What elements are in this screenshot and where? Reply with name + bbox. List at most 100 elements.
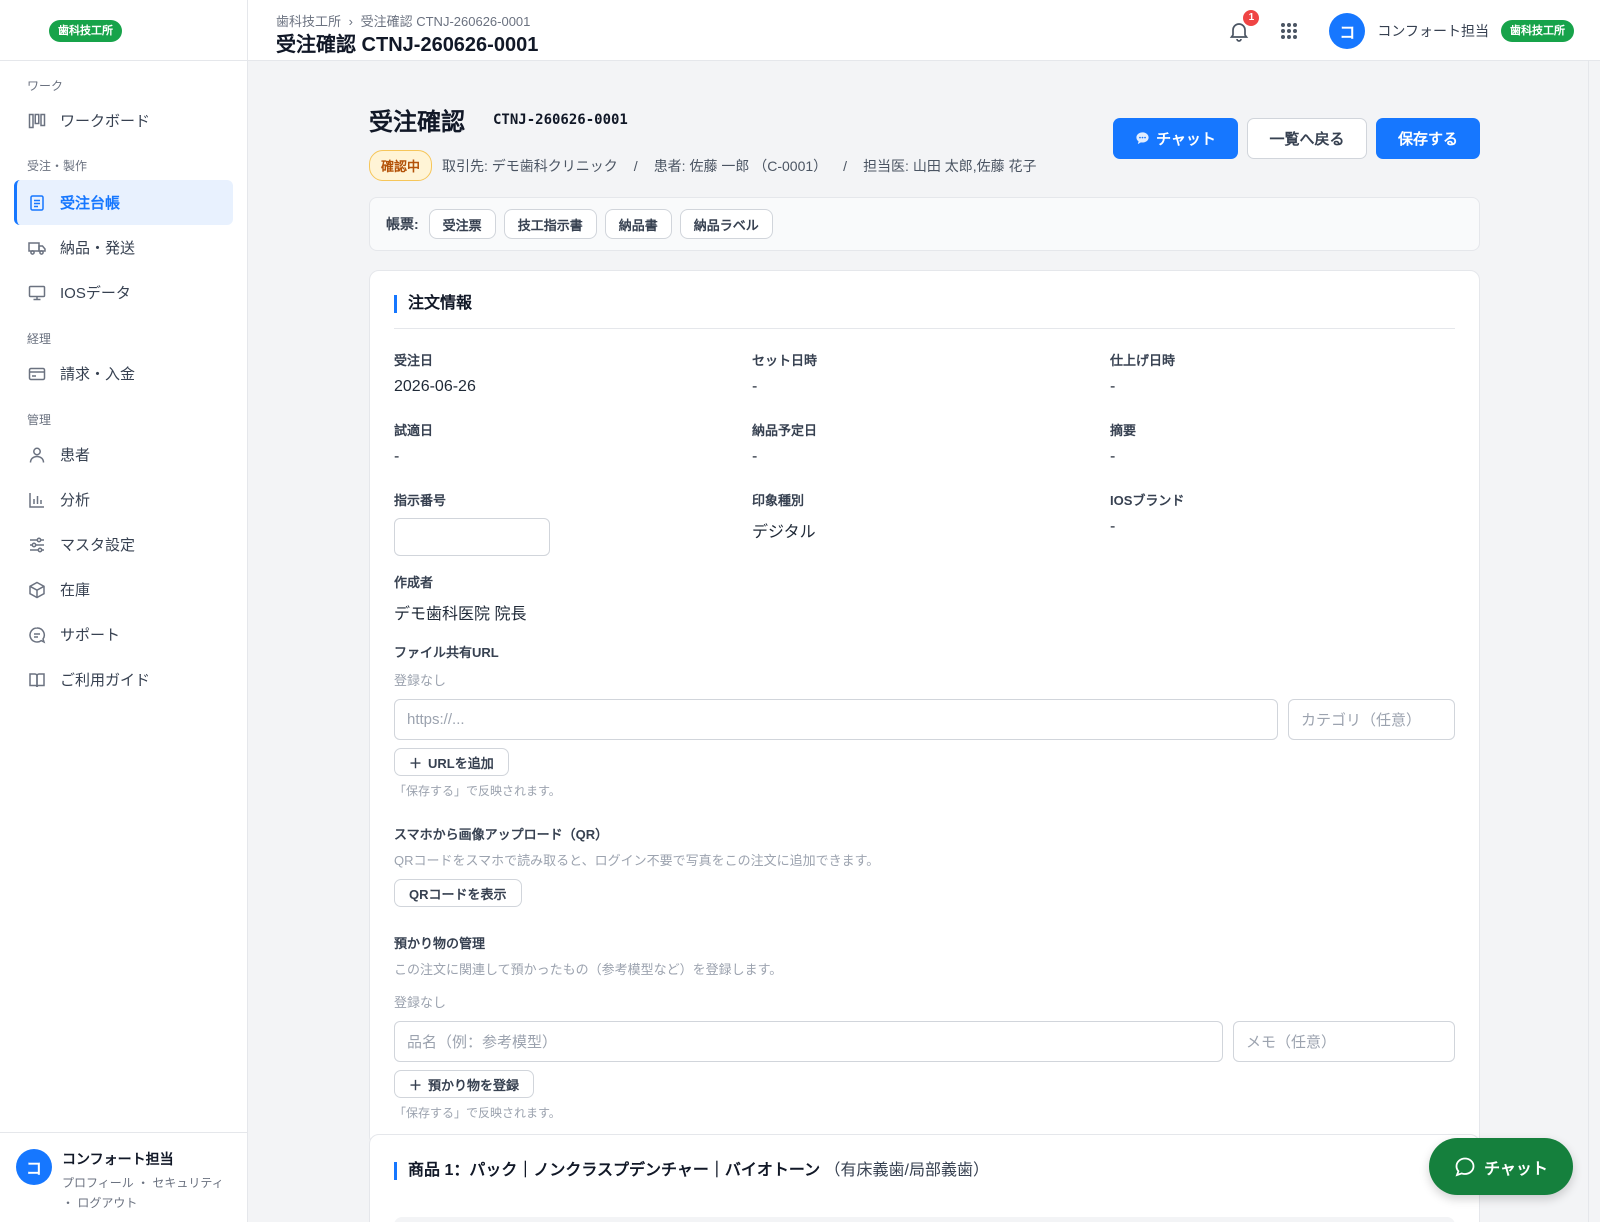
sidebar-item-label: 受注台帳 (60, 195, 121, 212)
field-value: - (1110, 448, 1116, 465)
field-impression-type: 印象種別 デジタル (752, 490, 1110, 556)
sidebar-item-workboard[interactable]: ワークボード (14, 98, 233, 143)
url-input[interactable]: https://... (394, 699, 1278, 740)
product-body (394, 1217, 1455, 1222)
sidebar-item-ios-data[interactable]: IOSデータ (14, 270, 233, 315)
breadcrumb-current: 受注確認 CTNJ-260626-0001 (360, 14, 531, 29)
apps-button[interactable] (1279, 21, 1299, 41)
add-url-label: URLを追加 (428, 755, 494, 771)
field-value: - (752, 378, 758, 395)
header-actions: チャット 一覧へ戻る 保存する (1113, 118, 1480, 159)
product-subtitle: （有床義歯/局部義歯） (824, 1162, 989, 1179)
field-delivery-date: 納品予定日 - (752, 420, 1110, 470)
field-value: - (752, 448, 758, 465)
sidebar-item-label: 患者 (60, 447, 91, 464)
user-links[interactable]: プロフィール ・ セキュリティ ・ ログアウト (62, 1173, 232, 1213)
chat-button[interactable]: チャット (1113, 118, 1238, 159)
sidebar-item-label: マスタ設定 (60, 537, 136, 554)
save-hint: 「保存する」で反映されます。 (394, 1106, 561, 1120)
page-title: 受注確認 (369, 109, 465, 136)
form-chip-delivery-note[interactable]: 納品書 (604, 209, 672, 239)
section-label-orders: 受注・製作 (27, 159, 88, 173)
memo-input[interactable]: メモ（任意） (1233, 1021, 1455, 1062)
box-icon (29, 581, 45, 598)
field-label: 作成者 (394, 575, 434, 590)
field-value: - (394, 448, 400, 465)
sidebar-item-label: 在庫 (60, 582, 91, 599)
field-label: 試適日 (394, 423, 434, 438)
sidebar-item-label: 分析 (60, 492, 91, 509)
chart-icon (29, 492, 44, 508)
field-label: 納品予定日 (752, 423, 818, 438)
topbar: 歯科技工所 › 受注確認 CTNJ-260626-0001 受注確認 CTNJ-… (248, 0, 1600, 61)
sidebar-item-analytics[interactable]: 分析 (14, 477, 233, 522)
meta-separator: / (633, 157, 638, 174)
sidebar-item-support[interactable]: サポート (14, 612, 233, 657)
item-name-input[interactable]: 品名（例：参考模型） (394, 1021, 1223, 1062)
floating-chat-button[interactable]: チャット (1429, 1138, 1573, 1195)
sidebar-item-guide[interactable]: ご利用ガイド (14, 657, 233, 702)
patient-text: 患者: 佐藤 一郎 （C-0001） (653, 157, 828, 174)
order-meta: 確認中 取引先: デモ歯科クリニック / 患者: 佐藤 一郎 （C-0001） … (369, 150, 1037, 181)
order-code: CTNJ-260626-0001 (493, 112, 628, 128)
sidebar-item-label: サポート (60, 627, 121, 644)
sidebar-item-label: 納品・発送 (60, 240, 136, 257)
form-chip-instruction[interactable]: 技工指示書 (503, 209, 597, 239)
product-card: 商品 1：パック｜ノンクラスプデンチャー｜バイオトーン （有床義歯/局部義歯） (369, 1134, 1480, 1222)
field-value: - (1110, 378, 1116, 395)
sidebar-item-delivery[interactable]: 納品・発送 (14, 225, 233, 270)
save-button-label: 保存する (1397, 131, 1458, 148)
breadcrumb-separator: › (348, 14, 353, 29)
add-deposit-button[interactable]: ＋ 預かり物を登録 (394, 1070, 535, 1098)
truck-icon (28, 241, 46, 255)
sidebar-item-label: 請求・入金 (60, 366, 136, 383)
back-to-list-button[interactable]: 一覧へ戻る (1247, 118, 1367, 159)
field-author: 作成者 デモ歯科医院 院長 (394, 572, 1455, 623)
deposit-input-row: 品名（例：参考模型） メモ（任意） (394, 1021, 1455, 1062)
main-content: 受注確認 CTNJ-260626-0001 確認中 取引先: デモ歯科クリニック… (369, 91, 1480, 1146)
add-url-button[interactable]: ＋ URLを追加 (394, 748, 509, 776)
deposit-section: 預かり物の管理 この注文に関連して預かったもの（参考模型など）を登録します。 登… (394, 933, 1455, 1121)
field-set-datetime: セット日時 - (752, 350, 1110, 400)
save-button[interactable]: 保存する (1376, 118, 1480, 159)
form-chip-order-slip[interactable]: 受注票 (428, 209, 496, 239)
field-order-date: 受注日 2026-06-26 (394, 350, 752, 400)
chat-button-label: チャット (1156, 131, 1216, 148)
topbar-actions: 1 コ コンフォート担当 歯科技工所 (1227, 10, 1574, 49)
field-value: 2026-06-26 (394, 378, 476, 395)
sidebar-item-billing[interactable]: 請求・入金 (14, 351, 233, 396)
sidebar-item-order-ledger[interactable]: 受注台帳 (14, 180, 233, 225)
instruction-number-input[interactable] (394, 518, 550, 556)
category-input[interactable]: カテゴリ（任意） (1288, 699, 1455, 740)
brand-badge[interactable]: 歯科技工所 (49, 20, 122, 42)
avatar[interactable]: コ (1329, 13, 1366, 49)
sidebar: 歯科技工所 ワーク ワークボード 受注・製作 受注台帳 納品・発送 IOSデータ… (0, 0, 248, 1222)
back-button-label: 一覧へ戻る (1269, 131, 1345, 148)
topbar-user-name[interactable]: コンフォート担当 (1377, 21, 1489, 41)
breadcrumb-root[interactable]: 歯科技工所 (276, 14, 341, 29)
chat-bubble-icon (1136, 132, 1149, 145)
field-label: 仕上げ日時 (1110, 353, 1176, 368)
deposit-description: この注文に関連して預かったもの（参考模型など）を登録します。 (394, 962, 783, 977)
avatar[interactable]: コ (16, 1149, 52, 1185)
file-url-section: ファイル共有URL 登録なし https://... カテゴリ（任意） ＋ UR… (394, 642, 1455, 799)
grid-icon (1281, 23, 1298, 39)
field-label: セット日時 (752, 353, 818, 368)
field-value: - (1110, 518, 1116, 535)
doctor-text: 担当医: 山田 太郎,佐藤 花子 (863, 157, 1037, 174)
product-name: 商品 1：パック｜ノンクラスプデンチャー｜バイオトーン (408, 1162, 821, 1179)
org-badge: 歯科技工所 (1501, 20, 1574, 42)
show-qr-button[interactable]: QRコードを表示 (394, 879, 522, 907)
notification-button[interactable]: 1 (1227, 10, 1260, 43)
url-input-row: https://... カテゴリ（任意） (394, 699, 1455, 740)
field-instruction-number: 指示番号 (394, 490, 752, 556)
scrollbar[interactable] (1588, 61, 1600, 1222)
sidebar-item-label: IOSデータ (60, 285, 131, 302)
sidebar-item-master-settings[interactable]: マスタ設定 (14, 522, 233, 567)
sidebar-item-patients[interactable]: 患者 (14, 432, 233, 477)
section-label-accounting: 経理 (27, 332, 52, 346)
qr-description: QRコードをスマホで読み取ると、ログイン不要で写真をこの注文に追加できます。 (394, 853, 880, 868)
field-label: 預かり物の管理 (394, 936, 486, 951)
sidebar-item-inventory[interactable]: 在庫 (14, 567, 233, 612)
form-chip-delivery-label[interactable]: 納品ラベル (679, 209, 773, 239)
